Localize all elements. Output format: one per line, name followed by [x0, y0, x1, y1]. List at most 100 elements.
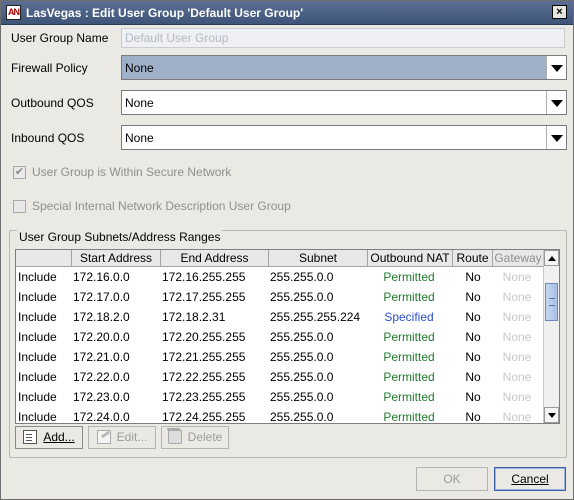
- cell-route: No: [465, 410, 481, 424]
- inbound-qos-label: Inbound QOS: [11, 131, 85, 145]
- column-header-route[interactable]: Route: [453, 250, 493, 267]
- add-button[interactable]: Add...: [15, 426, 83, 449]
- cell-end-address: 172.22.255.255: [162, 370, 246, 384]
- cell-route: No: [465, 310, 481, 324]
- window-title: LasVegas : Edit User Group 'Default User…: [26, 6, 304, 20]
- column-header-end-address[interactable]: End Address: [161, 250, 269, 267]
- cell-start-address: 172.22.0.0: [73, 370, 130, 384]
- outbound-qos-select[interactable]: None: [121, 90, 567, 115]
- ok-button: OK: [416, 467, 488, 491]
- cancel-button-label: Cancel: [511, 472, 549, 486]
- cell-type: Include: [18, 330, 57, 344]
- chevron-down-icon[interactable]: [546, 91, 566, 114]
- chevron-down-icon[interactable]: [546, 126, 566, 149]
- cell-subnet: 255.255.255.224: [270, 310, 361, 324]
- secure-network-label: User Group is Within Secure Network: [32, 165, 232, 179]
- cell-subnet: 255.255.0.0: [270, 330, 334, 344]
- cell-outbound-nat: Permitted: [383, 290, 435, 304]
- cell-gateway: None: [502, 350, 532, 364]
- table-row[interactable]: Include 172.16.0.0 172.16.255.255 255.25…: [16, 267, 544, 287]
- cell-outbound-nat: Permitted: [383, 390, 435, 404]
- cell-type: Include: [18, 390, 57, 404]
- scroll-down-arrow-icon[interactable]: [544, 407, 559, 423]
- column-header-type[interactable]: [16, 250, 72, 267]
- cell-start-address: 172.18.2.0: [73, 310, 130, 324]
- cell-start-address: 172.21.0.0: [73, 350, 130, 364]
- cell-end-address: 172.24.255.255: [162, 410, 246, 424]
- cell-gateway: None: [502, 390, 532, 404]
- column-header-outbound-nat[interactable]: Outbound NAT: [368, 250, 453, 267]
- cancel-button[interactable]: Cancel: [494, 467, 566, 491]
- table-vertical-scrollbar[interactable]: [543, 250, 559, 423]
- cell-subnet: 255.255.0.0: [270, 270, 334, 284]
- table-row[interactable]: Include 172.23.0.0 172.23.255.255 255.25…: [16, 387, 544, 407]
- table-row[interactable]: Include 172.18.2.0 172.18.2.31 255.255.2…: [16, 307, 544, 327]
- cell-gateway: None: [502, 310, 532, 324]
- cell-type: Include: [18, 310, 57, 324]
- cell-end-address: 172.17.255.255: [162, 290, 246, 304]
- add-button-label: Add...: [43, 430, 75, 444]
- table-header: Start Address End Address Subnet Outboun…: [16, 250, 544, 267]
- inbound-qos-select[interactable]: None: [121, 125, 567, 150]
- column-header-start-address[interactable]: Start Address: [72, 250, 161, 267]
- column-header-gateway[interactable]: Gateway: [493, 250, 544, 267]
- cell-route: No: [465, 290, 481, 304]
- cell-outbound-nat: Specified: [384, 310, 434, 324]
- cell-subnet: 255.255.0.0: [270, 290, 334, 304]
- cell-start-address: 172.17.0.0: [73, 290, 130, 304]
- edit-button-label: Edit...: [116, 430, 148, 444]
- firewall-policy-value: None: [125, 61, 154, 75]
- cell-outbound-nat: Permitted: [383, 350, 435, 364]
- cell-start-address: 172.20.0.0: [73, 330, 130, 344]
- table-row[interactable]: Include 172.21.0.0 172.21.255.255 255.25…: [16, 347, 544, 367]
- edit-button: Edit...: [88, 426, 156, 449]
- cell-outbound-nat: Permitted: [383, 370, 435, 384]
- cell-outbound-nat: Permitted: [383, 330, 435, 344]
- column-header-subnet[interactable]: Subnet: [269, 250, 368, 267]
- firewall-policy-label: Firewall Policy: [11, 61, 88, 75]
- cell-type: Include: [18, 290, 57, 304]
- cell-gateway: None: [502, 270, 532, 284]
- table-row[interactable]: Include 172.24.0.0 172.24.255.255 255.25…: [16, 407, 544, 424]
- cell-start-address: 172.24.0.0: [73, 410, 130, 424]
- cell-outbound-nat: Permitted: [383, 410, 435, 424]
- app-logo-icon: AN: [6, 5, 21, 20]
- cell-subnet: 255.255.0.0: [270, 370, 334, 384]
- cell-end-address: 172.16.255.255: [162, 270, 246, 284]
- chevron-down-icon[interactable]: [546, 56, 566, 79]
- subnets-group-title: User Group Subnets/Address Ranges: [17, 230, 223, 244]
- scroll-up-arrow-icon[interactable]: [544, 250, 559, 266]
- cell-gateway: None: [502, 410, 532, 424]
- subnets-table: Start Address End Address Subnet Outboun…: [15, 249, 560, 424]
- cell-start-address: 172.16.0.0: [73, 270, 130, 284]
- title-bar[interactable]: AN LasVegas : Edit User Group 'Default U…: [1, 1, 573, 25]
- table-row[interactable]: Include 172.20.0.0 172.20.255.255 255.25…: [16, 327, 544, 347]
- firewall-policy-select[interactable]: None: [121, 55, 567, 80]
- cell-type: Include: [18, 350, 57, 364]
- user-group-name-field: Default User Group: [121, 28, 565, 48]
- cell-gateway: None: [502, 290, 532, 304]
- trash-icon: [166, 428, 182, 444]
- inbound-qos-value: None: [125, 131, 154, 145]
- add-document-icon: [23, 430, 38, 444]
- cell-start-address: 172.23.0.0: [73, 390, 130, 404]
- table-row[interactable]: Include 172.17.0.0 172.17.255.255 255.25…: [16, 287, 544, 307]
- cell-type: Include: [18, 270, 57, 284]
- cell-type: Include: [18, 370, 57, 384]
- secure-network-checkbox: ✔: [13, 166, 26, 179]
- close-button[interactable]: ×: [552, 5, 567, 19]
- cell-end-address: 172.20.255.255: [162, 330, 246, 344]
- cell-route: No: [465, 270, 481, 284]
- outbound-qos-value: None: [125, 96, 154, 110]
- special-internal-checkbox: [13, 200, 26, 213]
- user-group-name-label: User Group Name: [11, 31, 109, 45]
- cell-end-address: 172.23.255.255: [162, 390, 246, 404]
- special-internal-label: Special Internal Network Description Use…: [32, 199, 291, 213]
- outbound-qos-label: Outbound QOS: [11, 96, 94, 110]
- cell-gateway: None: [502, 370, 532, 384]
- delete-button: Delete: [161, 426, 229, 449]
- scrollbar-thumb[interactable]: [545, 283, 558, 321]
- cell-subnet: 255.255.0.0: [270, 350, 334, 364]
- table-row[interactable]: Include 172.22.0.0 172.22.255.255 255.25…: [16, 367, 544, 387]
- edit-user-group-dialog: AN LasVegas : Edit User Group 'Default U…: [0, 0, 574, 500]
